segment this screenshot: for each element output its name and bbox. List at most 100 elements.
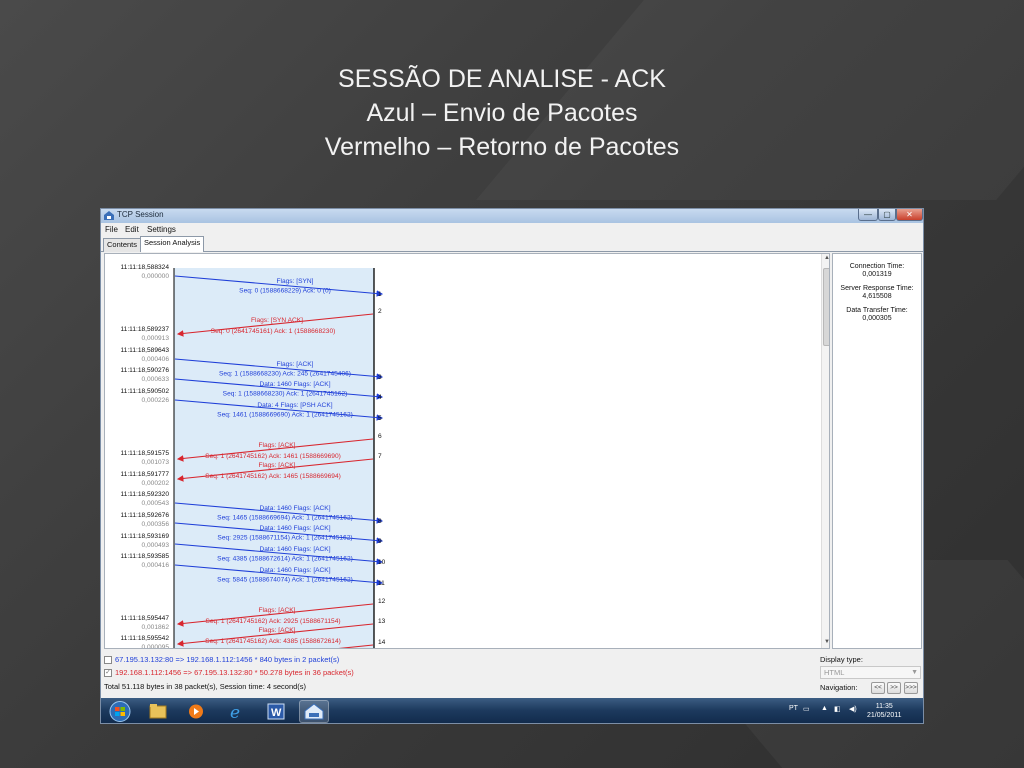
media-player-icon[interactable] [181,700,211,723]
packet-number-14: 14 [378,639,386,646]
tcp-session-app-icon [104,211,114,220]
internet-explorer-icon[interactable]: e [221,700,251,723]
window-titlebar[interactable]: TCP Session — ▢ ✕ [101,209,923,223]
timestamp-delta-3: 0,000406 [141,356,169,363]
flow-outbound-checkbox[interactable]: ✓ [104,669,112,678]
packet-seq-6: Seq: 1 (2641745162) Ack: 1461 (158866969… [205,453,341,460]
show-hidden-icons-icon[interactable]: ▲ [821,705,828,712]
packet-number-7: 7 [378,453,382,460]
timestamp-5: 11:11:18,590502 [120,388,169,395]
data-transfer-time-label: Data Transfer Time: [846,307,908,314]
nav-first-button[interactable]: << [871,682,885,694]
packet-number-10: 10 [378,559,386,566]
packet-number-4: 4 [378,394,382,401]
packet-number-6: 6 [378,433,382,440]
navigation-label: Navigation: [820,683,858,692]
clock-time: 11:35 [875,703,893,710]
packet-seq-12: Seq: 1 (2641745162) Ack: 2925 (158867115… [205,618,340,625]
packet-number-9: 9 [378,538,382,545]
packet-number-3: 3 [378,374,382,381]
packet-seq-8: Seq: 1465 (1588669694) Ack: 1 (264174516… [217,515,353,522]
volume-icon[interactable]: ◀) [849,705,857,713]
minimize-button[interactable]: — [858,209,878,221]
session-total: Total 51.118 bytes in 38 packet(s), Sess… [104,682,307,691]
packet-flags-11: Data: 1460 Flags: [ACK] [259,567,330,574]
nav-last-button[interactable]: >>> [904,682,918,694]
flow-inbound-checkbox[interactable] [104,656,112,665]
graph-scrollbar[interactable]: ▲ ▼ [821,254,829,648]
packet-number-11: 11 [378,580,385,587]
packet-flags-10: Data: 1460 Flags: [ACK] [259,546,330,553]
server-response-time-label: Server Response Time: [840,285,914,292]
timestamp-11: 11:11:18,593585 [120,553,169,560]
scroll-up-icon[interactable]: ▲ [822,255,829,261]
slide-title: SESSÃO DE ANALISE - ACK Azul – Envio de … [0,62,1004,164]
slide-title-line-1: SESSÃO DE ANALISE - ACK [338,65,666,93]
tab-contents[interactable]: Contents [103,238,142,252]
timestamp-delta-11: 0,000416 [141,562,169,569]
timestamp-7: 11:11:18,591777 [120,471,169,478]
file-explorer-icon[interactable] [143,700,173,723]
packet-flags-6: Flags: [ACK] [258,442,295,449]
timestamp-12: 11:11:18,595447 [120,615,169,622]
timestamp-4: 11:11:18,590276 [120,367,169,374]
flow-row-outbound: ✓ 192.168.1.112:1456 => 67.195.13.132:80 … [104,668,354,678]
tab-session-analysis[interactable]: Session Analysis [140,236,205,252]
scroll-down-icon[interactable]: ▼ [822,639,829,645]
packet-seq-4: Seq: 1 (1588668230) Ack: 1 (2641745162) [223,391,348,398]
svg-text:W: W [271,707,282,719]
tcp-session-taskbar-icon[interactable] [299,700,329,723]
connection-time-label: Connection Time: [849,263,905,270]
packet-flags-13: Flags: [ACK] [258,627,295,634]
timestamp-10: 11:11:18,593169 [120,533,169,540]
data-transfer-time-value: 0,000305 [862,315,892,322]
tcp-session-window: TCP Session — ▢ ✕ File Edit Settings Con… [100,208,924,724]
timestamp-delta-5: 0,000226 [141,397,169,404]
display-type-select[interactable]: HTML ▼ [820,666,921,679]
chevron-down-icon: ▼ [911,669,918,676]
nav-next-button[interactable]: >> [887,682,901,694]
packet-flags-8: Data: 1460 Flags: [ACK] [259,505,330,512]
packet-seq-11: Seq: 5845 (1588674074) Ack: 1 (264174516… [217,577,353,584]
scrollbar-thumb[interactable] [823,268,829,346]
timestamp-9: 11:11:18,592676 [120,512,169,519]
packet-number-13: 13 [378,618,386,625]
connection-time-value: 0,001319 [862,271,892,278]
session-graph-pane: 11:11:18,588324 0,000000 11:11:18,589237 0,… [104,253,830,649]
packet-seq-7: Seq: 1 (2641745162) Ack: 1465 (158866969… [205,473,341,480]
timestamp-6: 11:11:18,591575 [120,450,169,457]
start-orb-icon[interactable] [105,700,135,723]
packet-flags-14: Flags: [ACK] [258,648,295,649]
flow-row-inbound: 67.195.13.132:80 => 192.168.1.112:1456 *… [104,655,339,665]
packet-flags-12: Flags: [ACK] [258,607,295,614]
server-response-time-value: 4,615508 [862,293,892,300]
maximize-button[interactable]: ▢ [878,209,896,221]
timestamp-1: 11:11:18,588324 [120,264,169,271]
packet-number-12: 12 [378,598,386,605]
packet-number-1: 1 [378,291,382,298]
packet-seq-3: Seq: 1 (1588668230) Ack: 245 (2641745406… [219,371,351,378]
packet-seq-1: Seq: 0 (1588668229) Ack: 0 (0) [239,288,331,295]
packet-number-2: 2 [378,308,382,315]
menu-edit[interactable]: Edit [125,225,139,234]
packet-seq-5: Seq: 1461 (1588669690) Ack: 1 (264174516… [217,412,353,419]
network-icon[interactable]: ◧ [834,705,841,713]
close-button[interactable]: ✕ [896,209,923,221]
display-type-value: HTML [824,668,845,677]
packet-flags-7: Flags: [ACK] [258,462,295,469]
packet-flags-9: Data: 1460 Flags: [ACK] [259,525,330,532]
timestamp-delta-1: 0,000000 [141,273,169,280]
language-indicator[interactable]: PT [789,705,798,712]
menu-file[interactable]: File [105,225,118,234]
timestamp-delta-8: 0,000543 [141,500,169,507]
tab-strip: Contents Session Analysis [101,236,923,252]
slide-title-line-3: Vermelho – Retorno de Pacotes [324,133,680,161]
taskbar-clock[interactable]: 11:35 21/05/2011 [867,702,902,720]
svg-text:e: e [230,703,240,723]
menu-settings[interactable]: Settings [147,225,176,234]
flow-outbound-text: 192.168.1.112:1456 => 67.195.13.132:80 *… [115,668,354,677]
display-type-label: Display type: [820,655,863,664]
keyboard-icon[interactable]: ▭ [803,705,810,713]
word-icon[interactable]: W [261,700,291,723]
packet-number-5: 5 [378,415,382,422]
